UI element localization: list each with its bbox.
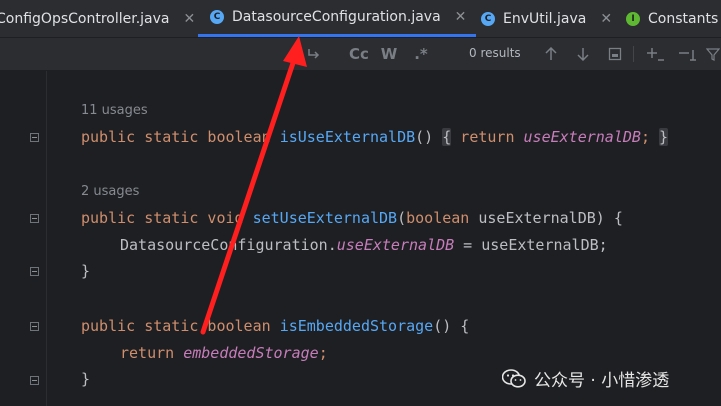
previous-occurrence-icon[interactable] [541,44,561,64]
assignment: = useExternalDB; [454,236,608,254]
usages-hint[interactable]: 11 usages [81,103,148,118]
search-results-count: 0 results [469,46,521,60]
gutter-separator [46,71,47,406]
code-editor[interactable]: 11 usages public static boolean isUseExt… [0,71,721,406]
tab-label: Constants [648,10,719,27]
tab-label: ConfigOpsController.java [0,10,170,27]
parameter: useExternalDB) { [469,209,623,227]
class-reference: DatasourceConfiguration. [120,236,337,254]
close-icon[interactable]: ✕ [455,9,467,25]
tab-envutil[interactable]: C EnvUtil.java ✕ [481,0,612,37]
fold-collapse-icon[interactable] [30,267,39,276]
close-icon[interactable]: ✕ [183,11,195,27]
watermark-text: 公众号 · 小惜渗透 [534,371,670,391]
field-reference: useExternalDB [336,236,455,254]
method-name: setUseExternalDB [252,209,398,227]
folded-brace[interactable]: { [442,128,452,146]
parens: () [415,128,434,146]
editor-tab-bar: ConfigOpsController.java ✕ C DatasourceC… [0,0,721,38]
paren: ( [397,209,407,227]
method-name: isUseExternalDB [279,128,416,146]
code-line-isembeddedstorage: public static boolean isEmbeddedStorage(… [81,317,469,335]
parens: () { [433,317,470,335]
code-line-close-brace: } [81,262,91,280]
filter-icon[interactable] [705,44,721,64]
tab-configopscontroller[interactable]: ConfigOpsController.java ✕ [0,0,195,37]
keyword: public static void [81,209,253,227]
code-line-setuseexternaldb: public static void setUseExternalDB(bool… [81,209,623,227]
tab-datasourceconfiguration[interactable]: C DatasourceConfiguration.java ✕ [198,0,477,37]
find-toolbar: Cc W .* 0 results [0,38,721,71]
usages-hint[interactable]: 2 usages [81,184,139,199]
remove-occurrence-icon[interactable] [677,44,699,64]
toolbar-divider [633,46,634,62]
field-reference: embeddedStorage [183,344,319,362]
keyword: boolean [406,209,470,227]
class-icon: C [210,10,224,24]
keyword: public static boolean [81,317,280,335]
tab-label: EnvUtil.java [503,10,587,27]
fold-collapse-icon[interactable] [30,376,39,385]
keyword: return [451,128,524,146]
close-icon[interactable]: ✕ [600,11,612,27]
folded-brace[interactable]: } [659,128,669,146]
code-line-return: return embeddedStorage; [120,344,328,362]
wechat-icon [501,368,526,389]
class-icon: C [481,11,495,26]
select-all-occurrences-icon[interactable] [605,44,625,64]
watermark: 公众号 · 小惜渗透 [501,366,670,391]
add-occurrence-icon[interactable] [645,44,667,64]
match-case-toggle[interactable]: Cc [346,44,372,64]
keyword: public static boolean [81,128,280,146]
code-line-close-brace: } [81,370,91,388]
keyword: return [120,344,184,362]
fold-expand-icon[interactable] [30,133,39,142]
semicolon: ; [318,344,328,362]
tab-constants[interactable]: I Constants [626,0,718,37]
code-line-assignment: DatasourceConfiguration.useExternalDB = … [120,236,608,254]
regex-toggle[interactable]: .* [410,44,432,64]
semicolon: ; [640,128,650,146]
fold-collapse-icon[interactable] [30,214,39,223]
code-line-isuseexternaldb: public static boolean isUseExternalDB() … [81,128,669,146]
field-reference: useExternalDB [523,128,641,146]
fold-collapse-icon[interactable] [30,322,39,331]
replace-icon[interactable] [304,44,324,64]
tab-label: DatasourceConfiguration.java [232,9,441,25]
next-occurrence-icon[interactable] [573,44,593,64]
interface-icon: I [626,11,640,26]
method-name: isEmbeddedStorage [279,317,434,335]
whole-words-toggle[interactable]: W [378,44,400,64]
